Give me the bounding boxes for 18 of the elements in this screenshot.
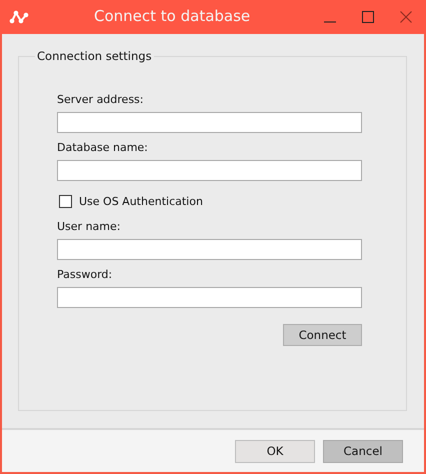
ok-button[interactable]: OK — [235, 440, 315, 462]
checkbox-label: Use OS Authentication — [79, 195, 203, 208]
graph-logo-icon — [9, 10, 29, 24]
input-field[interactable] — [57, 112, 362, 133]
field-label: Database name: — [57, 141, 149, 154]
cancel-button[interactable]: Cancel — [323, 440, 403, 462]
connect-button[interactable]: Connect — [283, 324, 362, 346]
password-field[interactable] — [57, 287, 362, 308]
input-field[interactable] — [57, 239, 362, 260]
group-title: Connection settings — [35, 49, 154, 63]
checkbox[interactable] — [59, 195, 72, 208]
field-label: User name: — [57, 220, 122, 233]
window-title: Connect to database — [94, 7, 250, 25]
close-icon[interactable] — [400, 11, 412, 23]
field-label: Password: — [57, 268, 114, 281]
field-label: Server address: — [57, 93, 144, 106]
maximize-icon[interactable] — [362, 11, 374, 23]
input-field[interactable] — [57, 160, 362, 181]
